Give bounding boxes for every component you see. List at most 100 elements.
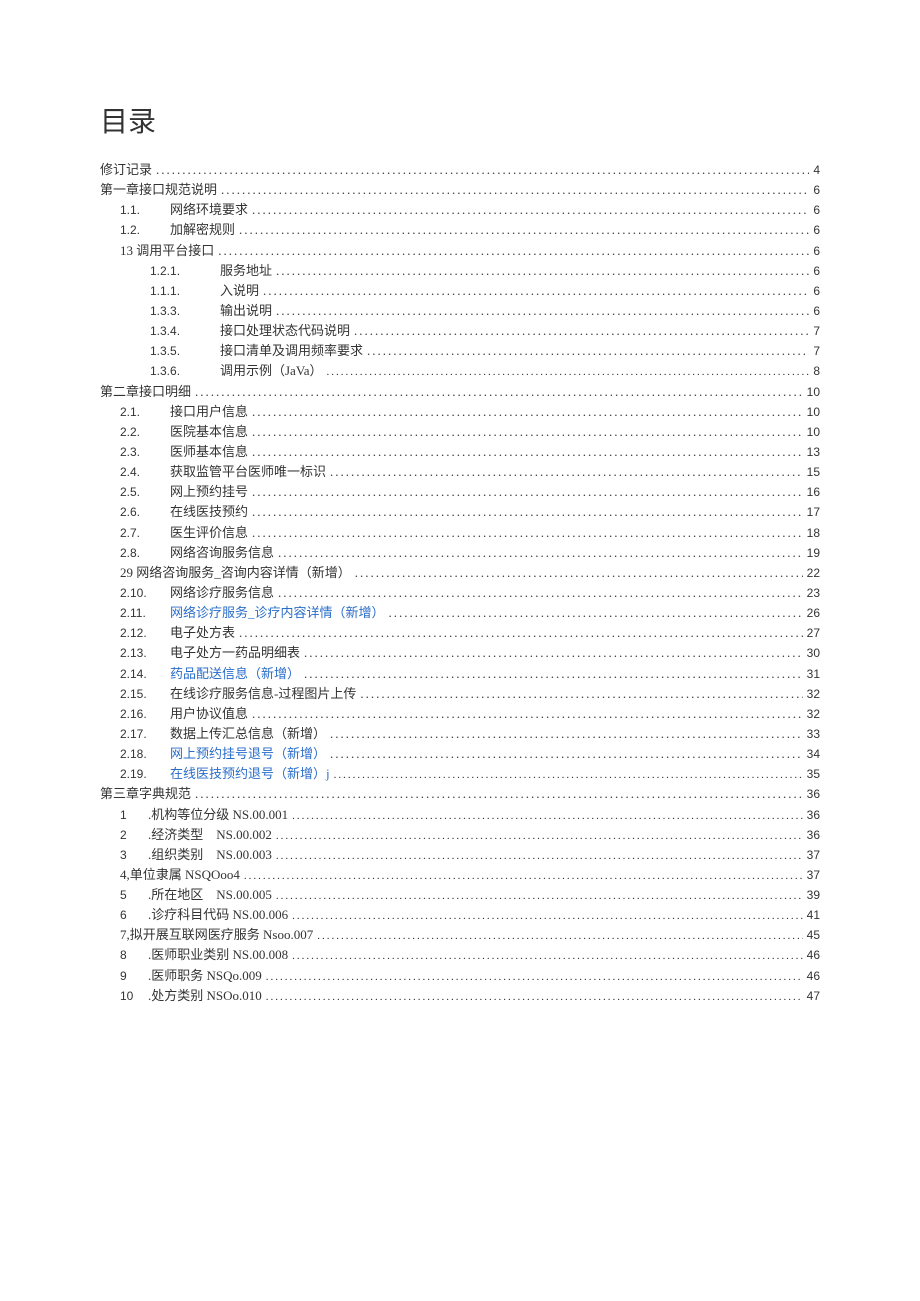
toc-entry: 2.4. 获取监管平台医师唯一标识 15: [100, 462, 820, 482]
toc-leader-dots: [252, 200, 809, 220]
toc-entry-number: 1.3.3.: [150, 302, 220, 321]
toc-entry-page: 31: [807, 665, 820, 684]
toc-entry-page: 23: [807, 584, 820, 603]
toc-entry-number: 1: [120, 806, 148, 825]
toc-leader-dots: [330, 724, 803, 744]
toc-entry-page: 6: [813, 221, 820, 240]
toc-leader-dots: [334, 767, 803, 784]
toc-entry-label: 29 网络咨询服务_咨询内容详情（新增）: [120, 563, 351, 583]
toc-entry-label: 接口清单及调用频率要求: [220, 341, 363, 361]
toc-leader-dots: [221, 180, 809, 200]
toc-entry: 第二章接口明细 10: [100, 382, 820, 402]
toc-entry: 2.7. 医生评价信息 18: [100, 523, 820, 543]
toc-entry: 2.1. 接口用户信息 10: [100, 402, 820, 422]
toc-leader-dots: [252, 402, 803, 422]
toc-leader-dots: [367, 341, 809, 361]
toc-leader-dots: [252, 704, 803, 724]
toc-entry-label: .所在地区 NS.00.005: [148, 885, 272, 905]
toc-entry: 2.16. 用户协议值息 32: [100, 704, 820, 724]
toc-entry-page: 39: [807, 886, 820, 905]
toc-entry-label[interactable]: 网上预约挂号退号（新增）: [170, 744, 326, 764]
toc-entry: 9 .医师职务 NSQo.009 46: [100, 966, 820, 986]
toc-entry-page: 27: [807, 624, 820, 643]
toc-entry: 2.6. 在线医技预约 17: [100, 502, 820, 522]
toc-entry-label: 4,单位隶属 NSQOoo4: [120, 865, 240, 885]
toc-entry-page: 6: [813, 302, 820, 321]
toc-entry-number: 1.3.4.: [150, 322, 220, 341]
toc-entry: 6 .诊疗科目代码 NS.00.006 41: [100, 905, 820, 925]
toc-entry-number: 1.1.: [120, 201, 170, 220]
toc-entry: 2.15. 在线诊疗服务信息-过程图片上传 32: [100, 684, 820, 704]
toc-entry-number: 2.3.: [120, 443, 170, 462]
toc-entry-number: 2: [120, 826, 148, 845]
toc-entry-label: 在线诊疗服务信息-过程图片上传: [170, 684, 356, 704]
toc-entry-number: 6: [120, 906, 148, 925]
toc-entry-label[interactable]: 网络诊疗服务_诊疗内容详情（新增）: [170, 603, 385, 623]
toc-entry: 2 .经济类型 NS.00.002 36: [100, 825, 820, 845]
toc-entry-label: 调用示例（JaVa）: [220, 361, 323, 381]
toc-entry-number: 2.5.: [120, 483, 170, 502]
toc-entry: 4,单位隶属 NSQOoo4 37: [100, 865, 820, 885]
toc-entry-page: 36: [807, 826, 820, 845]
toc-leader-dots: [292, 908, 803, 925]
toc-leader-dots: [252, 523, 803, 543]
toc-entry-number: 2.16.: [120, 705, 170, 724]
toc-entry-page: 37: [807, 846, 820, 865]
toc-leader-dots: [278, 583, 803, 603]
toc-entry-number: 5: [120, 886, 148, 905]
toc-entry: 5 .所在地区 NS.00.005 39: [100, 885, 820, 905]
toc-entry: 1.3.3. 输出说明 6: [100, 301, 820, 321]
toc-leader-dots: [330, 462, 803, 482]
toc-entry-number: 2.8.: [120, 544, 170, 563]
toc-entry: 1.1.1. 入说明 6: [100, 281, 820, 301]
toc-entry-page: 4: [813, 161, 820, 180]
toc-entry-page: 41: [807, 906, 820, 925]
toc-entry-label[interactable]: 在线医技预约退号（新增）j: [170, 764, 330, 784]
toc-leader-dots: [218, 241, 809, 261]
toc-entry-label: 7,拟开展互联网医疗服务 Nsoo.007: [120, 925, 313, 945]
toc-entry-page: 8: [813, 362, 820, 381]
toc-entry: 3 .组织类别 NS.00.003 37: [100, 845, 820, 865]
toc-leader-dots: [276, 888, 803, 905]
toc-leader-dots: [195, 784, 803, 804]
toc-entry-page: 37: [807, 866, 820, 885]
toc-entry: 1.1. 网络环境要求 6: [100, 200, 820, 220]
toc-entry: 10 .处方类别 NSOo.010 47: [100, 986, 820, 1006]
toc-entry-label: 网络诊疗服务信息: [170, 583, 274, 603]
toc-leader-dots: [317, 928, 802, 945]
toc-leader-dots: [292, 808, 803, 825]
toc-entry-label: .医师职务 NSQo.009: [148, 966, 262, 986]
toc-entry-label: 13 调用平台接口: [120, 241, 214, 261]
toc-leader-dots: [263, 281, 809, 301]
toc-entry-label: .组织类别 NS.00.003: [148, 845, 272, 865]
toc-entry-number: 3: [120, 846, 148, 865]
toc-entry-page: 10: [807, 403, 820, 422]
toc-entry-number: 2.17.: [120, 725, 170, 744]
toc-entry-number: 2.6.: [120, 503, 170, 522]
toc-entry-label: .机构等位分级 NS.00.001: [148, 805, 288, 825]
toc-entry-label[interactable]: 药品配送信息（新增）: [170, 664, 300, 684]
toc-entry-number: 1.1.1.: [150, 282, 220, 301]
toc-leader-dots: [389, 603, 803, 623]
toc-entry-page: 32: [807, 705, 820, 724]
toc-leader-dots: [327, 364, 810, 381]
toc-entry-label: .诊疗科目代码 NS.00.006: [148, 905, 288, 925]
toc-entry: 7,拟开展互联网医疗服务 Nsoo.007 45: [100, 925, 820, 945]
toc-entry-label: .处方类别 NSOo.010: [148, 986, 262, 1006]
toc-entry-label: 电子处方一药品明细表: [170, 643, 300, 663]
toc-entry-page: 32: [807, 685, 820, 704]
toc-leader-dots: [354, 321, 809, 341]
toc-leader-dots: [244, 868, 803, 885]
toc-entry-page: 7: [813, 342, 820, 361]
toc-leader-dots: [252, 422, 803, 442]
toc-entry-label: 入说明: [220, 281, 259, 301]
toc-leader-dots: [239, 623, 803, 643]
toc-entry-number: 2.7.: [120, 524, 170, 543]
toc-entry: 第三章字典规范 36: [100, 784, 820, 804]
toc-entry: 2.14. 药品配送信息（新增） 31: [100, 664, 820, 684]
toc-entry: 1.2.1. 服务地址 6: [100, 261, 820, 281]
table-of-contents: 修订记录 4 第一章接口规范说明 61.1. 网络环境要求 61.2. 加解密规…: [100, 160, 820, 1006]
toc-entry-number: 1.2.: [120, 221, 170, 240]
toc-leader-dots: [276, 301, 809, 321]
toc-entry-number: 1.2.1.: [150, 262, 220, 281]
